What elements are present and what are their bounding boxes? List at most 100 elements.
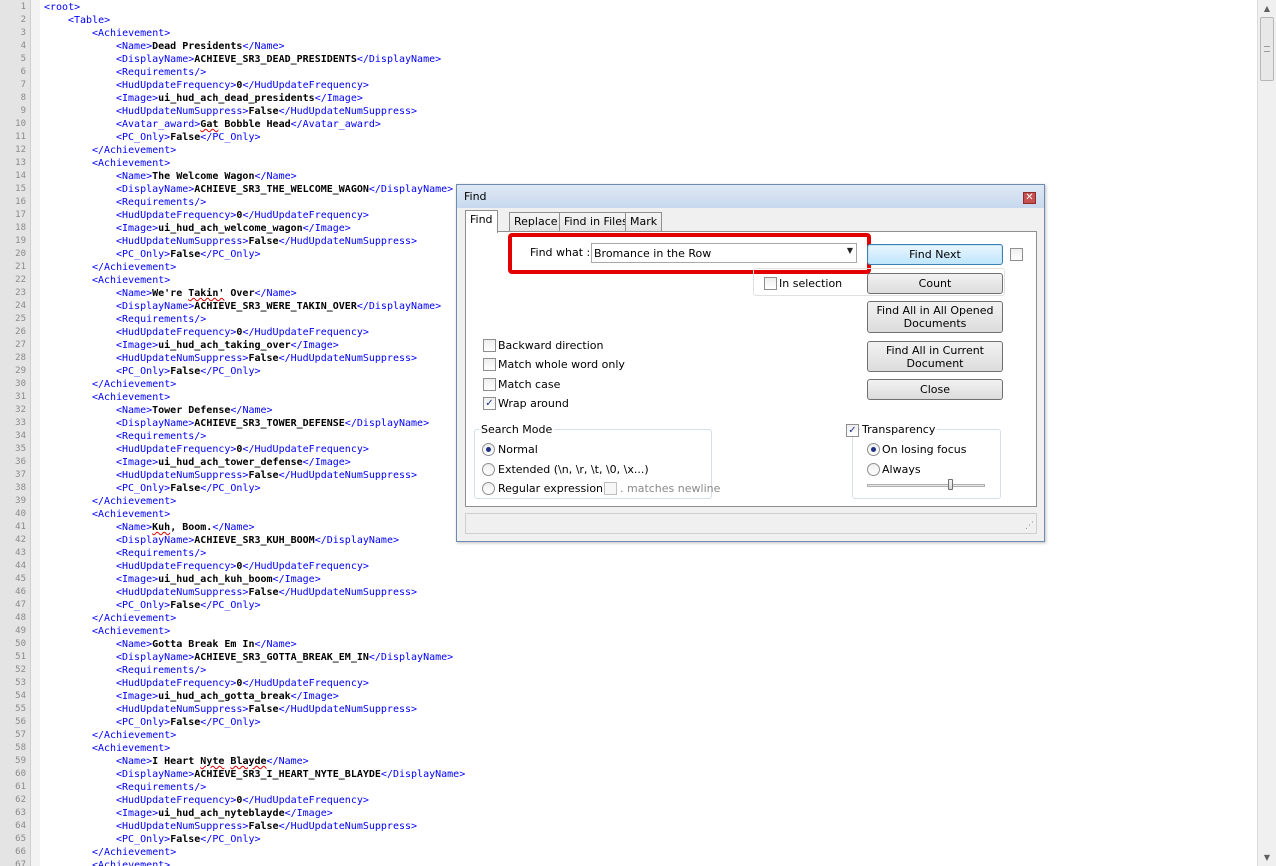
line-number: 61 [15,782,26,792]
code-text: <HudUpdateNumSuppress>False</HudUpdateNu… [44,235,417,248]
find-next-button[interactable]: Find Next [867,244,1003,265]
code-line: 53 <HudUpdateFrequency>0</HudUpdateFreque… [0,677,1257,690]
xml-tag: <Achievement> [92,743,171,754]
tab-replace[interactable]: Replace [509,212,563,232]
transparency-slider-thumb[interactable] [948,479,953,490]
code-text: <Name>I Heart Nyte Blayde</Name> [44,755,309,768]
count-button[interactable]: Count [867,273,1003,294]
code-text: <Requirements/> [44,430,206,443]
xml-tag: </DisplayName> [356,301,442,312]
code-text: <Image>ui_hud_ach_nyteblayde</Image> [44,807,333,820]
close-icon[interactable]: ✕ [1023,192,1036,204]
code-line: 13 <Achievement> [0,157,1257,170]
xml-tag: <Achievement> [92,860,171,866]
line-number: 50 [15,639,26,649]
code-text: <Achievement> [44,859,170,866]
line-number: 44 [15,561,26,571]
line-number: 10 [15,119,26,129]
line-number: 35 [15,444,26,454]
transparency-label: Transparency [860,423,938,436]
transparency-checkbox[interactable]: ✓ [846,424,859,437]
xml-tag: </PC_Only> [200,834,261,845]
line-number: 58 [15,743,26,753]
xml-tag: <HudUpdateFrequency> [116,795,237,806]
line-number: 46 [15,587,26,597]
xml-value: Takin' [188,288,225,299]
in-selection-checkbox[interactable] [764,277,777,290]
scroll-down-icon[interactable]: ▼ [1258,849,1276,866]
xml-tag: <Name> [116,639,153,650]
xml-value: Gotta Break Em In [152,639,255,650]
xml-tag: </Image> [290,691,339,702]
code-line: 14 <Name>The Welcome Wagon</Name> [0,170,1257,183]
scroll-up-icon[interactable]: ▲ [1258,0,1276,17]
xml-value: ACHIEVE_SR3_TOWER_DEFENSE [194,418,345,429]
tab-mark[interactable]: Mark [625,212,663,232]
close-button[interactable]: Close [867,379,1003,400]
always-radio[interactable] [867,463,880,476]
line-number: 8 [20,93,26,103]
backward-direction-checkbox[interactable] [483,339,496,352]
xml-tag: </Achievement> [92,496,177,507]
find-all-opened-button[interactable]: Find All in All Opened Documents [867,301,1003,333]
tab-find-in-files[interactable]: Find in Files [559,212,633,232]
line-number: 18 [15,223,26,233]
code-line: 50 <Name>Gotta Break Em In</Name> [0,638,1257,651]
xml-value: ui_hud_ach_nyteblayde [158,808,285,819]
code-line: 43 <Requirements/> [0,547,1257,560]
code-text: <Requirements/> [44,547,206,560]
code-line: 66 </Achievement> [0,846,1257,859]
code-line: 51 <DisplayName>ACHIEVE_SR3_GOTTA_BREAK_E… [0,651,1257,664]
matches-newline-label: . matches newline [620,482,721,495]
transparency-slider[interactable] [867,484,985,487]
find-next-option-checkbox[interactable] [1010,248,1023,261]
xml-value: False [170,834,201,845]
xml-tag: </Image> [272,574,321,585]
line-number: 6 [20,67,26,77]
line-number: 28 [15,353,26,363]
xml-tag: <HudUpdateNumSuppress> [116,587,249,598]
search-mode-regex-radio[interactable] [482,482,495,495]
xml-tag: <PC_Only> [116,132,171,143]
xml-value: ui_hud_ach_dead_presidents [158,93,315,104]
match-whole-word-checkbox[interactable] [483,358,496,371]
line-number: 64 [15,821,26,831]
xml-tag: <DisplayName> [116,535,195,546]
xml-value: False [170,717,201,728]
xml-value: The Welcome Wagon [152,171,255,182]
line-number: 59 [15,756,26,766]
on-losing-focus-radio[interactable] [867,443,880,456]
xml-tag: </Image> [302,223,351,234]
vertical-scrollbar[interactable]: ▲ ▼ [1257,0,1276,866]
line-number: 53 [15,678,26,688]
code-text: <Name>Kuh, Boom.</Name> [44,521,255,534]
xml-value: ui_hud_ach_welcome_wagon [158,223,303,234]
match-case-checkbox[interactable] [483,378,496,391]
xml-value: ui_hud_ach_gotta_break [158,691,291,702]
xml-tag: <PC_Only> [116,249,171,260]
wrap-around-checkbox[interactable]: ✓ [483,397,496,410]
code-line: 8 <Image>ui_hud_ach_dead_presidents</Imag… [0,92,1257,105]
line-number: 67 [15,860,26,866]
xml-tag: </HudUpdateNumSuppress> [278,106,418,117]
xml-value: ACHIEVE_SR3_DEAD_PRESIDENTS [194,54,357,65]
code-line: 62 <HudUpdateFrequency>0</HudUpdateFreque… [0,794,1257,807]
line-number: 55 [15,704,26,714]
find-all-current-button[interactable]: Find All in Current Document [867,341,1003,372]
xml-tag: </HudUpdateFrequency> [242,327,369,338]
xml-value: False [248,704,279,715]
scrollbar-thumb[interactable] [1260,17,1274,81]
line-number: 22 [15,275,26,285]
dialog-title-bar[interactable]: Find ✕ [457,185,1044,208]
code-text: <Achievement> [44,157,170,170]
line-number: 36 [15,457,26,467]
xml-tag: </DisplayName> [356,54,442,65]
matches-newline-checkbox[interactable] [604,482,617,495]
search-mode-normal-radio[interactable] [482,443,495,456]
xml-tag: <Requirements/> [116,431,207,442]
xml-tag: </Image> [314,93,363,104]
search-mode-extended-radio[interactable] [482,463,495,476]
xml-tag: </Image> [284,808,333,819]
resize-grip-icon[interactable]: ⋰ [1025,521,1034,531]
tab-find[interactable]: Find [465,210,498,233]
